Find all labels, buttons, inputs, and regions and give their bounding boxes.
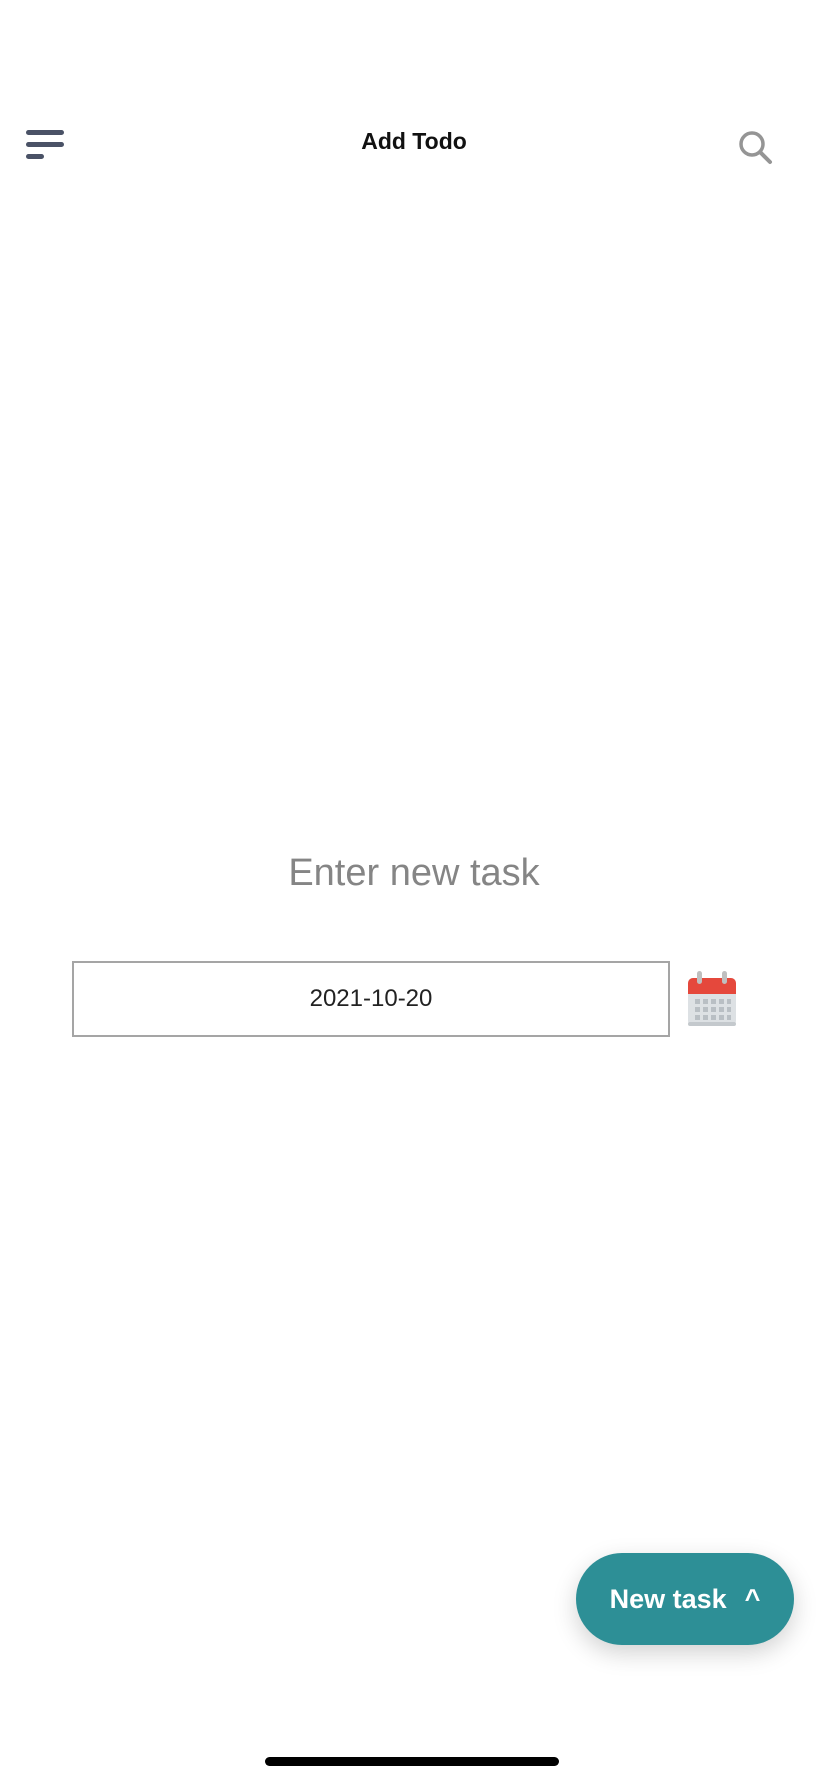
page-title: Add Todo bbox=[361, 128, 467, 154]
new-task-button[interactable]: New task ^ bbox=[576, 1553, 794, 1645]
date-field[interactable]: 2021-10-20 bbox=[72, 961, 670, 1037]
calendar-button[interactable] bbox=[686, 970, 738, 1028]
new-task-label: New task bbox=[609, 1583, 727, 1614]
calendar-icon bbox=[688, 971, 736, 1026]
search-icon bbox=[739, 131, 772, 164]
chevron-up-icon: ^ bbox=[744, 1583, 761, 1614]
search-button[interactable] bbox=[736, 128, 776, 168]
home-indicator[interactable] bbox=[265, 1757, 559, 1766]
task-input-placeholder[interactable]: Enter new task bbox=[0, 852, 828, 895]
